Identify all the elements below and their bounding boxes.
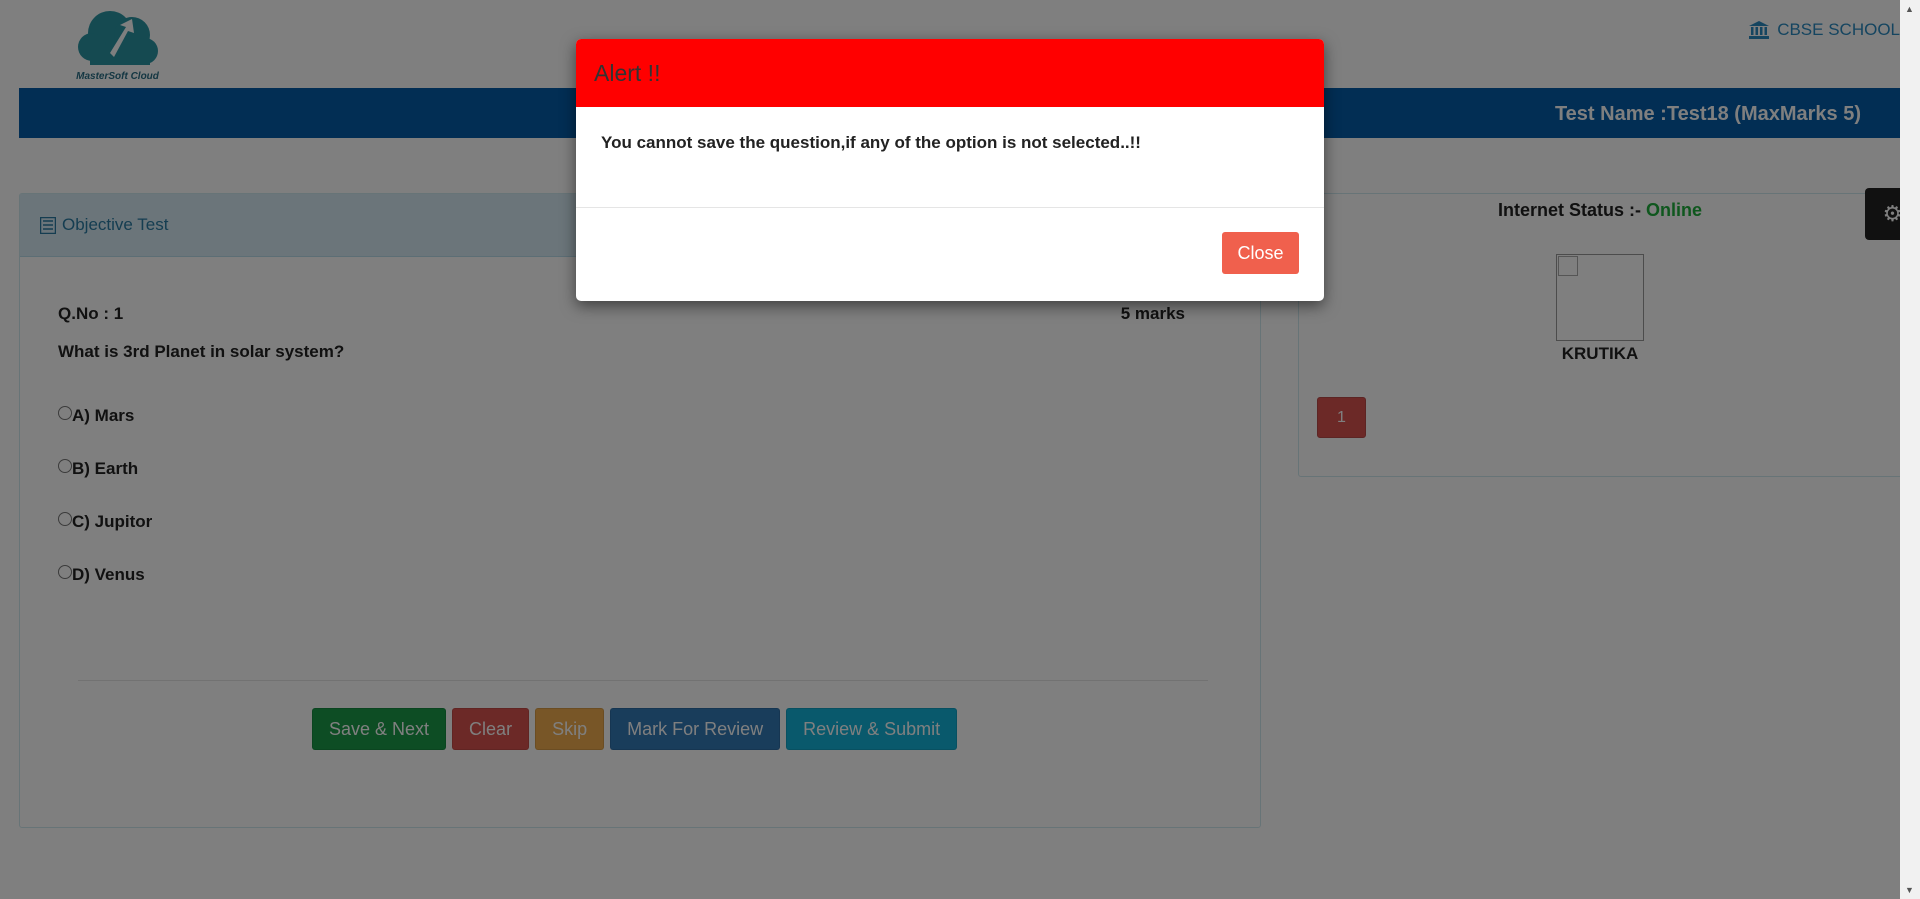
scroll-up-icon[interactable]: ▲ <box>1905 4 1914 14</box>
modal-title: Alert !! <box>594 59 661 86</box>
scrollbar[interactable]: ▲ ▼ <box>1900 0 1920 899</box>
close-button[interactable]: Close <box>1222 232 1299 274</box>
modal-header: Alert !! <box>576 39 1324 107</box>
modal-footer: Close <box>576 208 1324 301</box>
alert-modal: Alert !! You cannot save the question,if… <box>576 39 1324 301</box>
modal-body: You cannot save the question,if any of t… <box>576 107 1324 208</box>
modal-message: You cannot save the question,if any of t… <box>601 133 1141 152</box>
scroll-down-icon[interactable]: ▼ <box>1905 885 1914 895</box>
